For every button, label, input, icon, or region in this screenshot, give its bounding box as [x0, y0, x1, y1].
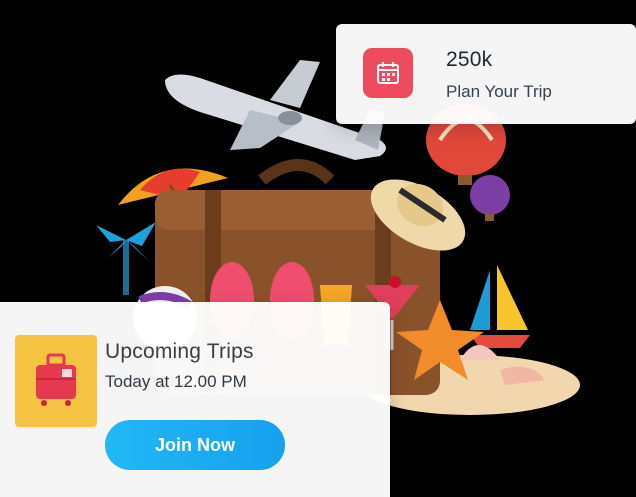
sailboat-icon [470, 265, 530, 348]
palm-tree-icon [96, 222, 156, 295]
stat-value: 250k [446, 48, 493, 71]
stats-card: 250k Plan Your Trip [336, 24, 636, 124]
upcoming-trips-title: Upcoming Trips [105, 340, 254, 363]
join-now-button[interactable]: Join Now [105, 420, 285, 470]
hot-air-balloon-small-icon [470, 175, 510, 221]
suitcase-badge [15, 335, 97, 427]
upcoming-trips-time: Today at 12.00 PM [105, 372, 247, 391]
calendar-badge [363, 48, 413, 98]
calendar-icon [377, 62, 399, 84]
suitcase-icon [36, 353, 76, 406]
travel-hero: 250k Plan Your Trip Upcoming Trips Today… [0, 0, 636, 497]
stat-label: Plan Your Trip [446, 82, 552, 101]
upcoming-trips-card: Upcoming Trips Today at 12.00 PM Join No… [0, 302, 390, 497]
